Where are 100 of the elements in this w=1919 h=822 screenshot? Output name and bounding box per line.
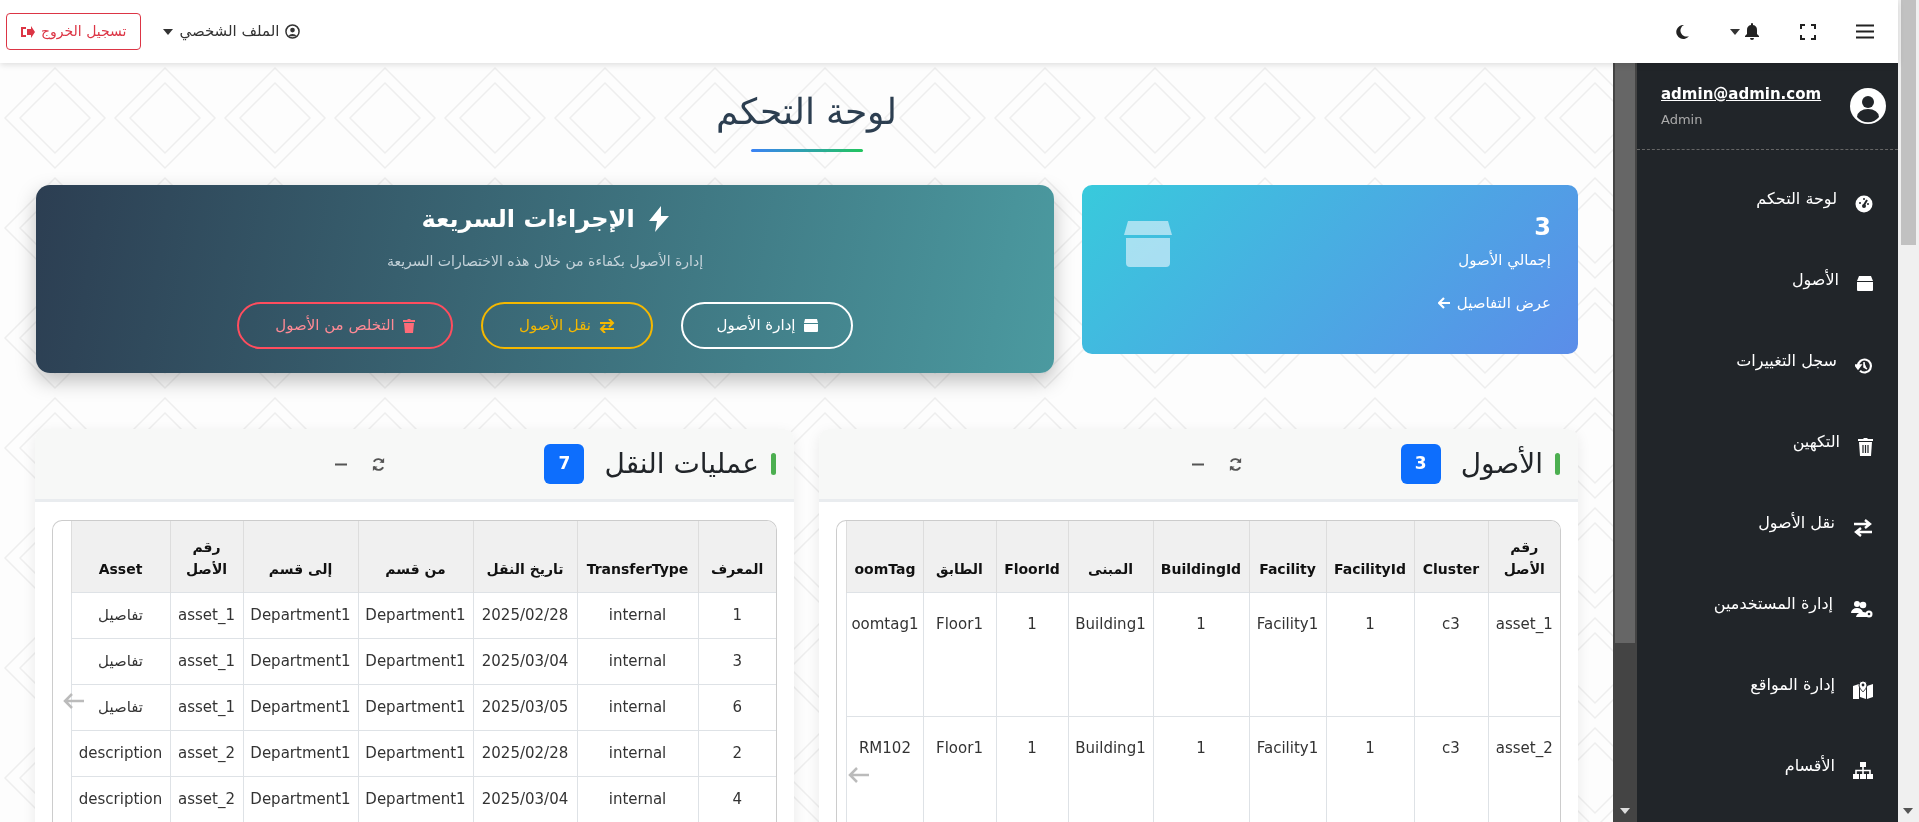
- table-cell: RM102: [846, 716, 923, 822]
- table-cell: asset_2: [170, 776, 243, 822]
- sidebar-item[interactable]: نقل الأصول: [1637, 511, 1898, 592]
- sidebar-item[interactable]: الأصول: [1637, 268, 1898, 349]
- user-role: Admin: [1661, 110, 1703, 129]
- table-cell: 2: [698, 730, 776, 776]
- column-header: المعرف: [698, 521, 776, 592]
- table-cell: 2025/03/04: [473, 638, 577, 684]
- table-cell: تفاصيل: [71, 638, 170, 684]
- title-accent-bar: [1555, 453, 1560, 475]
- table-cell: description: [71, 776, 170, 822]
- table-cell: 3: [698, 638, 776, 684]
- column-header: BuildingId: [1153, 521, 1249, 592]
- quick-actions-subtitle: إدارة الأصول بكفاءة من خلال هذه الاختصارات السريعة: [386, 251, 704, 272]
- logout-button[interactable]: تسجيل الخروج: [6, 13, 142, 50]
- user-circle-icon: [285, 24, 301, 39]
- menu-icon[interactable]: [1856, 24, 1874, 39]
- table-cell: 1: [1153, 592, 1249, 716]
- map-pin-icon: [1853, 681, 1873, 699]
- table-cell: internal: [577, 776, 698, 822]
- history-icon: [1855, 357, 1873, 375]
- table-cell: Department1: [243, 592, 358, 638]
- transfer-arrows-icon: [1853, 519, 1873, 537]
- table-cell: asset_1: [170, 638, 243, 684]
- box-icon: [803, 319, 818, 332]
- refresh-icon[interactable]: [1227, 456, 1243, 472]
- table-cell: asset_2: [170, 730, 243, 776]
- table-cell: Building1: [1068, 592, 1153, 716]
- column-header: من قسم: [358, 521, 473, 592]
- caret-icon[interactable]: [1730, 28, 1740, 35]
- sidebar-item[interactable]: لوحة التحكم: [1637, 187, 1898, 268]
- bell-icon[interactable]: [1744, 23, 1760, 40]
- table-cell: Department1: [243, 684, 358, 730]
- table-cell: Department1: [243, 730, 358, 776]
- trash-icon: [1858, 438, 1873, 456]
- column-header: رقم الأصل: [1488, 521, 1560, 592]
- column-header: Asset: [71, 521, 170, 592]
- profile-menu[interactable]: الملف الشخصي: [163, 20, 301, 43]
- table-cell: 1: [1326, 592, 1414, 716]
- user-avatar-icon: [1850, 88, 1886, 124]
- page-title: لوحة التحكم: [715, 90, 898, 135]
- column-header: إلى قسم: [243, 521, 358, 592]
- column-header: رقم الأصل: [170, 521, 243, 592]
- table-cell: 1: [996, 592, 1068, 716]
- table-cell: Department1: [243, 638, 358, 684]
- table-cell: internal: [577, 730, 698, 776]
- dark-mode-icon[interactable]: [1674, 23, 1690, 40]
- lightning-icon: [648, 206, 669, 232]
- table-cell: 2025/03/04: [473, 776, 577, 822]
- table-cell: Building1: [1068, 716, 1153, 822]
- column-header: المبنى: [1068, 521, 1153, 592]
- scroll-down-icon[interactable]: [1903, 808, 1913, 814]
- table-cell: Department1: [243, 776, 358, 822]
- title-accent-bar: [771, 453, 776, 475]
- box-icon: [1124, 221, 1172, 267]
- column-header: تاريخ النقل: [473, 521, 577, 592]
- table-cell: 1: [698, 592, 776, 638]
- table-cell: Facility1: [1249, 716, 1326, 822]
- table-cell: asset_1: [170, 592, 243, 638]
- sidebar-item[interactable]: سجل التغييرات: [1637, 349, 1898, 430]
- sidebar-item[interactable]: إدارة المستخدمين: [1637, 592, 1898, 673]
- table-cell: 1: [1153, 716, 1249, 822]
- table-cell: Department1: [358, 684, 473, 730]
- table-cell: c3: [1414, 592, 1488, 716]
- table-cell: تفاصيل: [71, 684, 170, 730]
- refresh-icon[interactable]: [371, 456, 387, 472]
- column-header: TransferType: [577, 521, 698, 592]
- fullscreen-icon[interactable]: [1800, 23, 1816, 40]
- table-cell: internal: [577, 638, 698, 684]
- scroll-down-icon[interactable]: [1620, 808, 1630, 814]
- table-cell: 1: [1326, 716, 1414, 822]
- column-header: Facility: [1249, 521, 1326, 592]
- table-cell: Department1: [358, 776, 473, 822]
- table-cell: oomtag1: [846, 592, 923, 716]
- table-cell: 1: [996, 716, 1068, 822]
- scroll-arrow-icon: [848, 767, 870, 783]
- sidebar-item[interactable]: التكهين: [1637, 430, 1898, 511]
- panel-title: عمليات النقل: [604, 446, 759, 482]
- user-email-link[interactable]: admin@admin.com: [1661, 83, 1822, 106]
- minimize-icon[interactable]: [335, 462, 348, 466]
- column-header: FloorId: [996, 521, 1068, 592]
- column-header: FacilityId: [1326, 521, 1414, 592]
- table-cell: asset_1: [1488, 592, 1560, 716]
- table-cell: Floor1: [923, 716, 996, 822]
- sidebar-item[interactable]: إدارة المواقع: [1637, 673, 1898, 754]
- caret-icon: [163, 28, 174, 35]
- gauge-icon: [1855, 195, 1873, 213]
- stat-value: 3: [1534, 213, 1551, 241]
- table-cell: internal: [577, 684, 698, 730]
- column-header: oomTag: [846, 521, 923, 592]
- quick-action-button[interactable]: إدارة الأصول: [681, 302, 853, 349]
- table-cell: c3: [1414, 716, 1488, 822]
- trash-icon: [402, 318, 415, 333]
- panel-title: الأصول: [1460, 445, 1543, 482]
- count-badge: 3: [1400, 444, 1441, 484]
- minimize-icon[interactable]: [1191, 462, 1204, 466]
- table-cell: تفاصيل: [71, 592, 170, 638]
- table-cell: Department1: [358, 730, 473, 776]
- table-cell: Facility1: [1249, 592, 1326, 716]
- sidebar-item[interactable]: الأقسام: [1637, 754, 1898, 822]
